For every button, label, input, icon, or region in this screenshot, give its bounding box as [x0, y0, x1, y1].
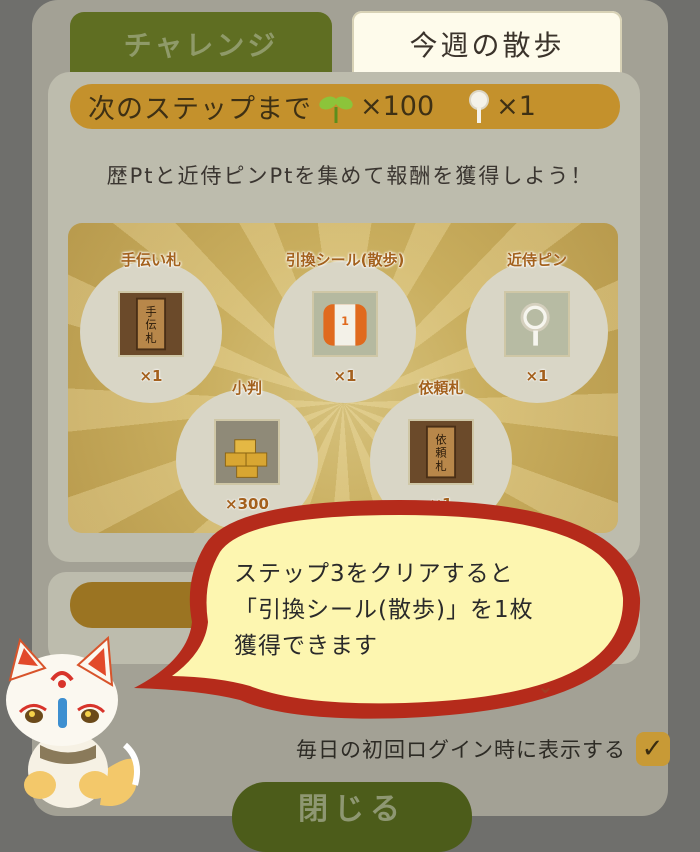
fox-mascot-icon [6, 635, 140, 808]
